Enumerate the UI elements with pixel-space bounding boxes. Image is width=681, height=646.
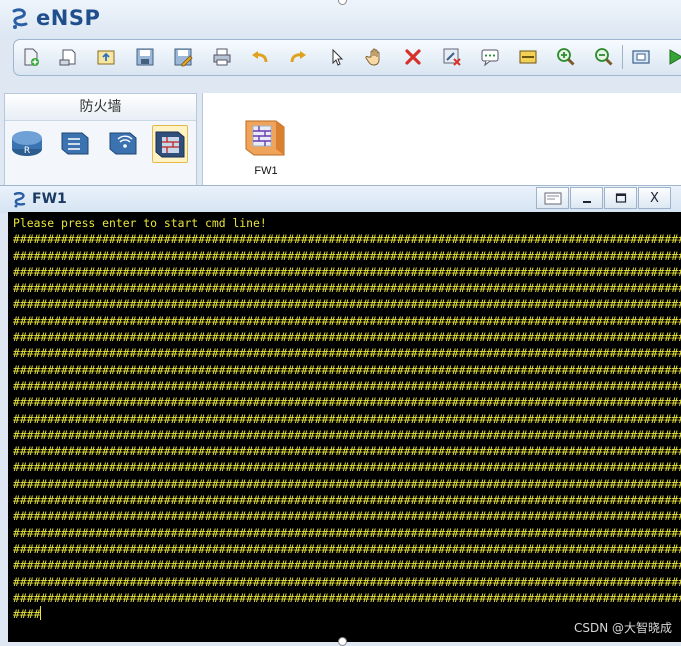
pan-button[interactable] bbox=[364, 46, 386, 68]
fw1-node[interactable] bbox=[242, 115, 288, 159]
console-maximize-button[interactable] bbox=[604, 187, 637, 209]
print-icon bbox=[213, 48, 231, 66]
window-settings-icon bbox=[544, 192, 561, 205]
console-titlebar[interactable]: FW1 X bbox=[0, 185, 681, 213]
zoom-out-icon bbox=[595, 48, 613, 66]
open-folder-icon bbox=[97, 50, 115, 65]
terminal-text: Please press enter to start cmd line! ##… bbox=[13, 215, 681, 622]
console-window: FW1 X Please press enter to start cmd li… bbox=[0, 185, 681, 642]
console-minimize-button[interactable] bbox=[570, 187, 603, 209]
maximize-icon bbox=[615, 193, 626, 203]
router-device[interactable]: R bbox=[10, 125, 44, 161]
terminal-last-line: #### bbox=[13, 607, 41, 622]
device-panel: 防火墙 R bbox=[4, 93, 197, 190]
delete-link-icon bbox=[443, 48, 461, 66]
rectangle-button[interactable] bbox=[517, 46, 539, 68]
wireless-device[interactable] bbox=[106, 125, 140, 161]
device-panel-title: 防火墙 bbox=[5, 94, 196, 121]
new-topology-button[interactable] bbox=[20, 46, 42, 68]
open-button[interactable] bbox=[95, 46, 117, 68]
firewall-device[interactable] bbox=[152, 125, 188, 163]
console-title: FW1 bbox=[32, 191, 67, 207]
wireless-icon bbox=[109, 132, 137, 155]
select-button[interactable] bbox=[326, 46, 348, 68]
undo-button[interactable] bbox=[249, 46, 271, 68]
console-close-button[interactable]: X bbox=[638, 187, 671, 209]
text-note-icon bbox=[481, 49, 499, 67]
router-icon: R bbox=[12, 131, 42, 156]
terminal-hash-lines: ########################################… bbox=[13, 232, 681, 605]
ensp-logo-icon bbox=[13, 192, 26, 208]
firewall-icon bbox=[245, 120, 285, 156]
terminal-cursor bbox=[40, 606, 42, 621]
main-toolbar bbox=[13, 39, 681, 76]
fw1-node-label: FW1 bbox=[254, 165, 278, 177]
app-header: eNSP bbox=[0, 0, 681, 40]
redo-icon bbox=[290, 51, 306, 63]
text-note-button[interactable] bbox=[479, 46, 501, 68]
fit-view-icon bbox=[632, 50, 650, 64]
zoom-in-button[interactable] bbox=[555, 46, 577, 68]
rectangle-icon bbox=[519, 50, 537, 64]
pointer-icon bbox=[332, 48, 344, 66]
new-window-button[interactable] bbox=[57, 46, 79, 68]
new-file-icon bbox=[24, 48, 39, 66]
save-icon bbox=[136, 48, 154, 66]
app-title: eNSP bbox=[36, 6, 101, 30]
save-button[interactable] bbox=[134, 46, 156, 68]
undo-icon bbox=[252, 51, 268, 63]
save-as-icon bbox=[174, 48, 193, 67]
start-button[interactable] bbox=[664, 46, 681, 68]
switch-icon bbox=[61, 132, 89, 155]
svg-text:R: R bbox=[24, 146, 30, 156]
minimize-icon bbox=[582, 201, 591, 203]
fit-button[interactable] bbox=[630, 46, 652, 68]
new-window-icon bbox=[59, 49, 76, 66]
toolbar-separator bbox=[622, 45, 623, 69]
ensp-logo-icon bbox=[12, 8, 28, 29]
zoom-in-icon bbox=[557, 48, 575, 66]
delete-link-button[interactable] bbox=[441, 46, 463, 68]
zoom-out-button[interactable] bbox=[593, 46, 615, 68]
save-as-button[interactable] bbox=[172, 46, 194, 68]
watermark: CSDN @大智晓成 bbox=[573, 621, 672, 635]
terminal-output[interactable]: Please press enter to start cmd line! ##… bbox=[8, 212, 681, 642]
redo-button[interactable] bbox=[287, 46, 309, 68]
firewall-icon bbox=[155, 131, 185, 158]
terminal-first-line: Please press enter to start cmd line! bbox=[13, 216, 267, 230]
print-button[interactable] bbox=[211, 46, 233, 68]
play-icon bbox=[669, 49, 681, 65]
delete-icon bbox=[405, 49, 421, 65]
hand-icon bbox=[365, 48, 380, 66]
console-settings-button[interactable] bbox=[536, 187, 569, 209]
delete-button[interactable] bbox=[402, 46, 424, 68]
switch-device[interactable] bbox=[58, 125, 92, 161]
